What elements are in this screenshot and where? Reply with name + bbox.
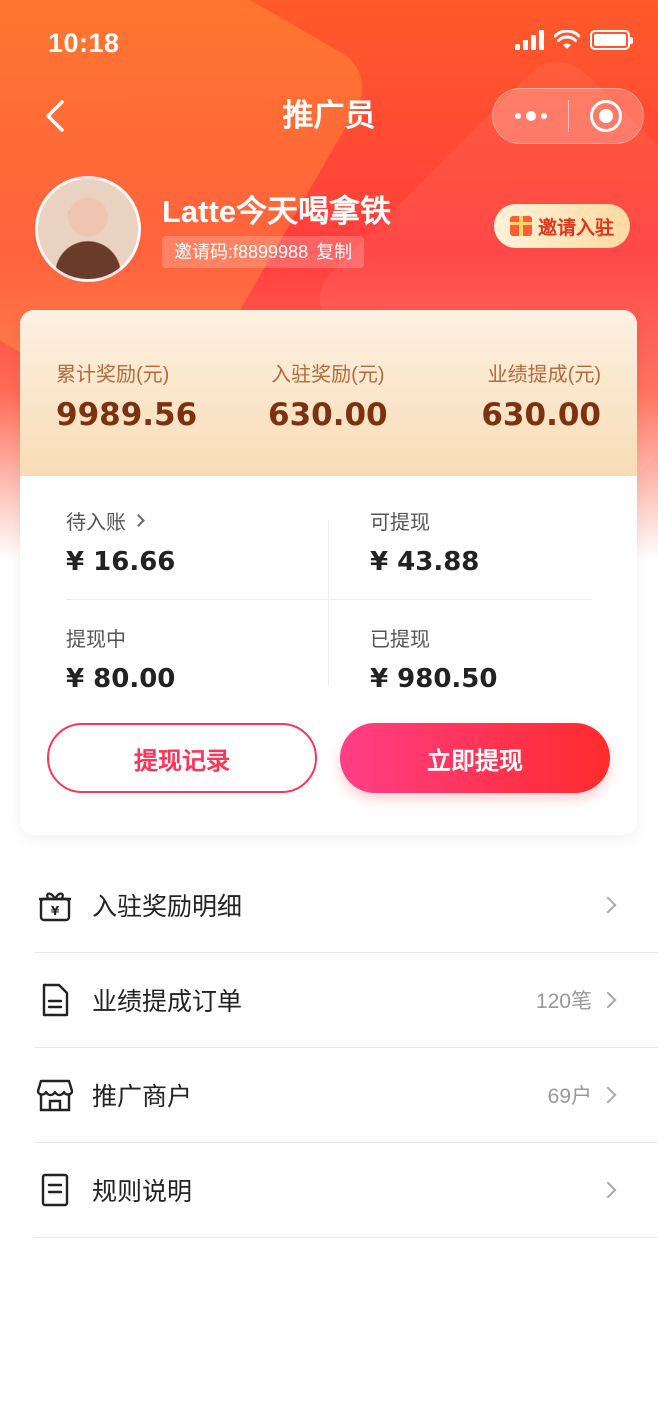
balance-value: ¥ 43.88: [370, 547, 480, 577]
stat-commission: 业绩提成(元) 630.00: [481, 358, 601, 433]
withdraw-history-button[interactable]: 提现记录: [47, 723, 317, 793]
balance-label-wrap: 待入账: [66, 506, 175, 535]
stat-value: 630.00: [268, 397, 388, 433]
invite-button[interactable]: 邀请入驻: [494, 204, 630, 248]
balance-label: 提现中: [66, 629, 126, 651]
menu-item-rules[interactable]: 规则说明: [34, 1143, 658, 1238]
menu-meta: [592, 896, 617, 914]
chevron-right-icon: [599, 991, 617, 1009]
rules-icon: [36, 1171, 74, 1209]
earnings-card: 累计奖励(元) 9989.56 入驻奖励(元) 630.00 业绩提成(元) 6…: [20, 310, 637, 835]
status-time: 10:18: [48, 28, 120, 58]
stat-label: 业绩提成(元): [487, 364, 601, 386]
status-icons: [515, 30, 633, 50]
menu-meta: 120笔: [535, 985, 617, 1015]
balance-pending[interactable]: 待入账 ¥ 16.66: [66, 506, 175, 577]
target-icon: [589, 100, 622, 132]
divider: [66, 599, 592, 600]
store-icon: [36, 1076, 74, 1114]
dot-icon: [525, 111, 536, 121]
status-bar: 10:18: [0, 0, 658, 86]
menu-meta-text: 69户: [547, 1085, 592, 1108]
menu-label: 推广商户: [92, 1083, 193, 1111]
balance-value: ¥ 80.00: [66, 664, 176, 694]
stat-join-reward: 入驻奖励(元) 630.00: [268, 358, 388, 433]
balance-grid: 待入账 ¥ 16.66 可提现 ¥ 43.88 提现中 ¥ 80.00 已提现 …: [20, 476, 637, 716]
menu-meta: 69户: [547, 1080, 617, 1110]
battery-icon: [590, 30, 633, 50]
svg-text:¥: ¥: [51, 904, 60, 918]
menu-item-merchants[interactable]: 推广商户 69户: [34, 1048, 658, 1143]
withdraw-now-button[interactable]: 立即提现: [340, 723, 610, 793]
balance-label: 已提现: [370, 629, 430, 651]
chevron-right-icon: [132, 514, 145, 527]
stat-label: 累计奖励(元): [56, 364, 170, 386]
menu-meta-text: 120笔: [535, 990, 592, 1013]
document-icon: [36, 981, 74, 1019]
balance-withdrawn: 已提现 ¥ 980.50: [370, 623, 497, 694]
menu-list: ¥ 入驻奖励明细 业绩提成订单 120笔 推广商户 69户 规则说明: [34, 858, 658, 1238]
chevron-right-icon: [599, 896, 617, 914]
stat-total-reward: 累计奖励(元) 9989.56: [56, 358, 197, 433]
balance-label: 可提现: [370, 512, 430, 534]
divider: [328, 520, 329, 686]
chevron-right-icon: [599, 1086, 617, 1104]
gift-icon: [509, 216, 532, 236]
stat-label: 入驻奖励(元): [271, 364, 385, 386]
signal-icon: [515, 30, 544, 50]
dot-icon: [514, 113, 521, 119]
balance-label: 待入账: [66, 512, 126, 534]
balance-withdrawing: 提现中 ¥ 80.00: [66, 623, 175, 694]
close-mini-program-button[interactable]: [569, 88, 643, 144]
balance-value: ¥ 980.50: [370, 664, 498, 694]
menu-label: 业绩提成订单: [92, 988, 243, 1016]
wifi-icon: [554, 30, 580, 49]
mini-program-capsule: [492, 88, 644, 144]
stat-value: 630.00: [481, 397, 601, 433]
menu-label: 规则说明: [92, 1178, 193, 1206]
stat-value: 9989.56: [56, 397, 198, 433]
invite-code-text: 邀请码:f8899988: [174, 242, 309, 262]
dot-icon: [540, 113, 547, 119]
gift-icon: ¥: [36, 886, 74, 924]
user-name: Latte今天喝拿铁: [162, 194, 392, 229]
avatar[interactable]: [35, 176, 141, 282]
invite-button-label: 邀请入驻: [537, 217, 614, 239]
menu-label: 入驻奖励明细: [92, 893, 243, 921]
menu-item-join-reward[interactable]: ¥ 入驻奖励明细: [34, 858, 658, 953]
earnings-summary: 累计奖励(元) 9989.56 入驻奖励(元) 630.00 业绩提成(元) 6…: [20, 310, 637, 476]
balance-value: ¥ 16.66: [66, 547, 176, 577]
chevron-right-icon: [599, 1181, 617, 1199]
balance-withdrawable: 可提现 ¥ 43.88: [370, 506, 479, 577]
menu-meta: [592, 1181, 617, 1199]
more-menu-button[interactable]: [493, 88, 568, 144]
menu-item-commission-orders[interactable]: 业绩提成订单 120笔: [34, 953, 658, 1048]
invite-code-tag: 邀请码:f8899988 复制: [162, 236, 365, 268]
copy-button[interactable]: 复制: [316, 236, 352, 268]
